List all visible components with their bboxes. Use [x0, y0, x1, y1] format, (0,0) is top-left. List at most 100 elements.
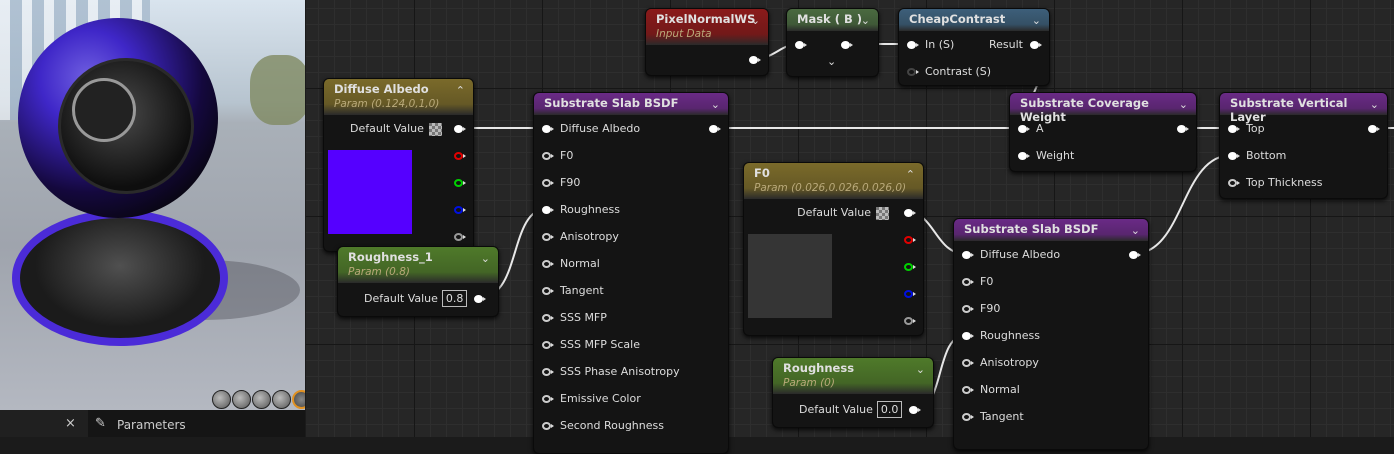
checker-swatch-icon[interactable] — [428, 122, 442, 136]
node-vertical[interactable]: Substrate Vertical Layer ⌄ Top Bottom Top Th… — [1219, 92, 1388, 199]
default-value-row[interactable]: Default Value 0.8 — [364, 285, 468, 312]
input-pin-row[interactable]: In (S) — [925, 31, 954, 58]
sphere-icon[interactable] — [232, 390, 251, 409]
input-pin[interactable] — [1228, 152, 1240, 160]
input-pin-row[interactable]: Anisotropy — [560, 223, 619, 250]
output-pin-row[interactable]: Result — [989, 31, 1023, 58]
input-pin[interactable] — [542, 206, 554, 214]
input-pin[interactable] — [1018, 125, 1030, 133]
input-pin-row[interactable]: F0 — [980, 268, 993, 295]
input-pin-row[interactable]: Top Thickness — [1246, 169, 1322, 196]
input-pin[interactable] — [542, 422, 554, 430]
input-pin[interactable] — [962, 386, 974, 394]
node-header[interactable]: Mask ( B ) ⌄ — [787, 9, 878, 31]
collapse-chevron-icon[interactable]: ⌄ — [916, 363, 925, 376]
default-value-row[interactable]: Default Value — [770, 199, 889, 226]
output-pin[interactable] — [749, 56, 761, 64]
collapse-chevron-icon[interactable]: ⌄ — [1032, 14, 1041, 27]
input-pin-row[interactable]: F0 — [560, 142, 573, 169]
input-pin[interactable] — [542, 125, 554, 133]
alpha-channel-pin[interactable] — [454, 233, 466, 241]
input-pin[interactable] — [542, 260, 554, 268]
node-header[interactable]: Substrate Slab BSDF ⌄ — [534, 93, 728, 115]
output-pin[interactable] — [1030, 41, 1042, 49]
input-pin[interactable] — [907, 41, 919, 49]
node-coverage[interactable]: Substrate Coverage Weight ⌄ A Weight — [1009, 92, 1197, 172]
input-pin-row[interactable]: Contrast (S) — [925, 58, 991, 85]
output-pin[interactable] — [904, 209, 916, 217]
input-pin-row[interactable]: SSS MFP — [560, 304, 607, 331]
input-pin[interactable] — [907, 68, 919, 76]
green-channel-pin[interactable] — [904, 263, 916, 271]
input-pin-row[interactable]: Emissive Color — [560, 385, 641, 412]
input-pin-row[interactable]: F90 — [980, 295, 1000, 322]
blue-channel-pin[interactable] — [454, 206, 466, 214]
output-pin[interactable] — [1129, 251, 1141, 259]
tab-parameters[interactable]: Parameters — [117, 418, 186, 432]
node-header[interactable]: Substrate Coverage Weight ⌄ — [1010, 93, 1196, 124]
collapse-chevron-icon[interactable]: ⌄ — [481, 252, 490, 265]
default-value-row[interactable]: Default Value 0.0 — [799, 396, 903, 423]
input-pin-row[interactable]: Normal — [560, 250, 600, 277]
input-pin[interactable] — [1228, 125, 1240, 133]
input-pin-row[interactable]: Anisotropy — [980, 349, 1039, 376]
input-pin-row[interactable]: Tangent — [560, 277, 604, 304]
node-diffuse[interactable]: Diffuse Albedo Param (0.124,0,1,0) ⌃ Defaul… — [323, 78, 474, 252]
node-slab2[interactable]: Substrate Slab BSDF ⌄ Diffuse Albedo F0 F90 R… — [953, 218, 1149, 450]
input-pin-row[interactable]: Second Roughness — [560, 412, 664, 439]
input-pin-row[interactable]: A — [1036, 115, 1044, 142]
node-slab1[interactable]: Substrate Slab BSDF ⌄ Diffuse Albedo F0 F90 R… — [533, 92, 729, 454]
input-pin[interactable] — [542, 179, 554, 187]
collapse-chevron-icon[interactable]: ⌄ — [861, 14, 870, 27]
collapse-chevron-icon[interactable]: ⌄ — [1131, 224, 1140, 237]
input-pin-row[interactable]: Diffuse Albedo — [980, 241, 1060, 268]
input-pin-row[interactable]: F90 — [560, 169, 580, 196]
input-pin[interactable] — [962, 305, 974, 313]
node-rough1[interactable]: Roughness_1 Param (0.8) ⌄ Default Value 0.8 — [337, 246, 499, 317]
alpha-channel-pin[interactable] — [904, 317, 916, 325]
input-pin[interactable] — [962, 278, 974, 286]
close-tab-button[interactable]: × — [65, 416, 76, 431]
collapse-chevron-icon[interactable]: ⌄ — [751, 14, 760, 27]
input-pin[interactable] — [542, 368, 554, 376]
node-header[interactable]: PixelNormalWS Input Data ⌄ — [646, 9, 768, 45]
cylinder-icon[interactable] — [212, 390, 231, 409]
input-pin-row[interactable]: SSS Phase Anisotropy — [560, 358, 680, 385]
node-rough0[interactable]: Roughness Param (0) ⌄ Default Value 0.0 — [772, 357, 934, 428]
collapse-chevron-icon[interactable]: ⌃ — [906, 168, 915, 181]
collapse-chevron-icon[interactable]: ⌄ — [711, 98, 720, 111]
input-pin-row[interactable]: Bottom — [1246, 142, 1286, 169]
default-value-row[interactable]: Default Value — [350, 115, 442, 142]
output-pin[interactable] — [454, 125, 466, 133]
input-pin-row[interactable]: Normal — [980, 376, 1020, 403]
node-pixelnormal[interactable]: PixelNormalWS Input Data ⌄ — [645, 8, 769, 76]
node-header[interactable]: Roughness_1 Param (0.8) ⌄ — [338, 247, 498, 283]
node-header[interactable]: Roughness Param (0) ⌄ — [773, 358, 933, 394]
input-pin[interactable] — [962, 251, 974, 259]
input-pin-row[interactable]: Tangent — [980, 403, 1024, 430]
input-pin[interactable] — [542, 341, 554, 349]
red-channel-pin[interactable] — [904, 236, 916, 244]
node-header[interactable]: Substrate Slab BSDF ⌄ — [954, 219, 1148, 241]
input-pin[interactable] — [962, 413, 974, 421]
checker-swatch-icon[interactable] — [876, 206, 889, 220]
collapse-chevron-icon[interactable]: ⌃ — [456, 84, 465, 97]
default-value-input[interactable]: 0.8 — [441, 290, 468, 307]
input-pin-row[interactable]: Weight — [1036, 142, 1074, 169]
input-pin[interactable] — [542, 152, 554, 160]
node-header[interactable]: F0 Param (0.026,0.026,0.026,0) ⌃ — [744, 163, 923, 199]
output-pin[interactable] — [909, 406, 921, 414]
input-pin[interactable] — [962, 359, 974, 367]
input-pin-row[interactable]: Roughness — [560, 196, 620, 223]
input-pin[interactable] — [795, 41, 807, 49]
material-preview-viewport[interactable] — [0, 0, 305, 410]
input-pin[interactable] — [542, 395, 554, 403]
input-pin-row[interactable]: Diffuse Albedo — [560, 115, 640, 142]
input-pin[interactable] — [1228, 179, 1240, 187]
input-pin[interactable] — [542, 233, 554, 241]
output-pin[interactable] — [1177, 125, 1189, 133]
blue-channel-pin[interactable] — [904, 290, 916, 298]
input-pin[interactable] — [962, 332, 974, 340]
input-pin-row[interactable]: SSS MFP Scale — [560, 331, 640, 358]
green-channel-pin[interactable] — [454, 179, 466, 187]
